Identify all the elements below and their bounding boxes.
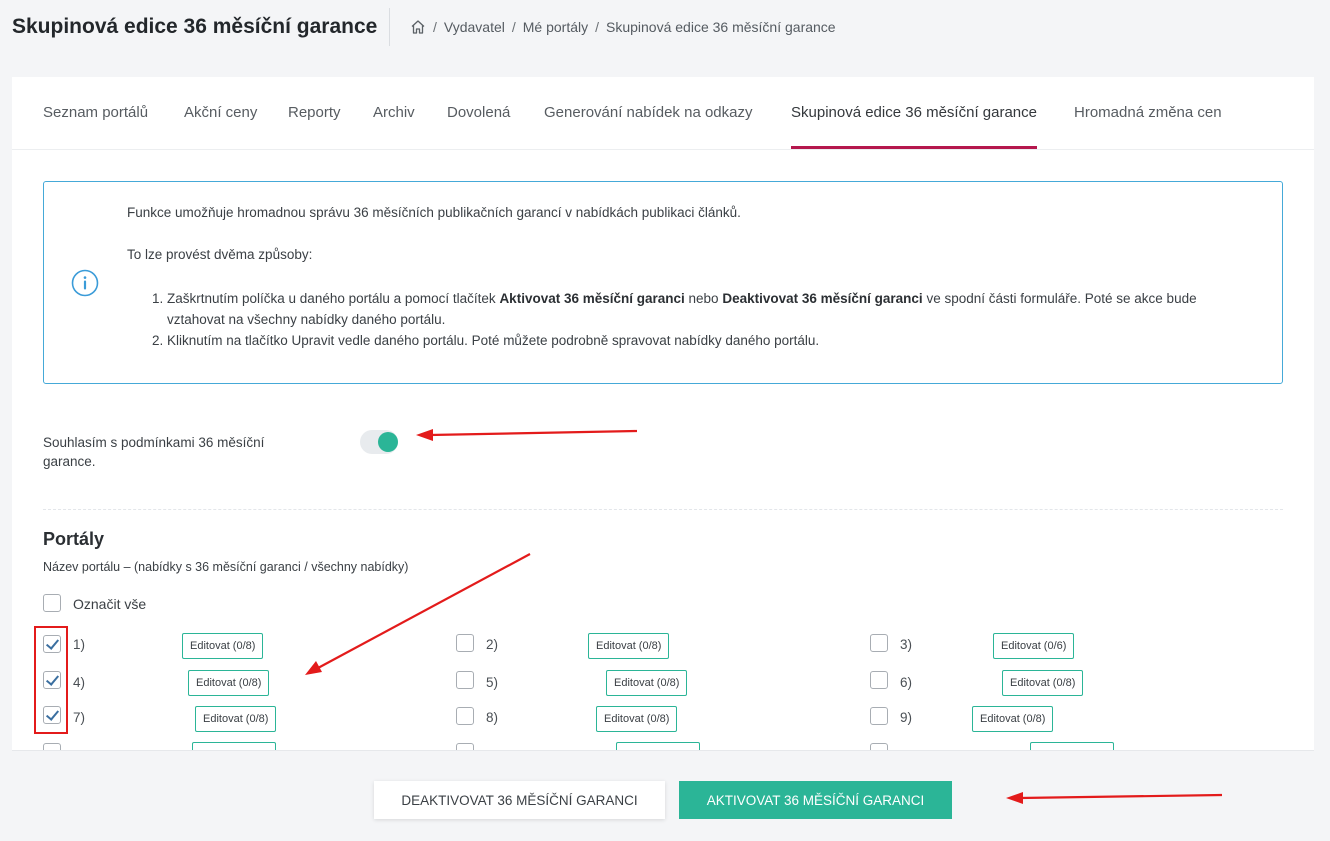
info-icon xyxy=(71,269,99,297)
portal-label: 9) xyxy=(900,710,913,725)
portal-label: 7) xyxy=(73,710,86,725)
portal-label: 8) xyxy=(486,710,499,725)
portal-label: 2) xyxy=(486,637,499,652)
info-intro: Funkce umožňuje hromadnou správu 36 měsí… xyxy=(127,205,741,220)
breadcrumb-item-portals[interactable]: Mé portály xyxy=(523,19,588,35)
top-bar: Skupinová edice 36 měsíční garance / Vyd… xyxy=(0,0,1330,56)
tab-vacation[interactable]: Dovolená xyxy=(447,104,510,121)
annotation-highlight-box xyxy=(34,626,68,734)
portal-label: 4) xyxy=(73,675,86,690)
tab-archive[interactable]: Archiv xyxy=(373,104,415,121)
home-icon[interactable] xyxy=(410,19,426,35)
breadcrumb-separator: / xyxy=(433,19,437,35)
tab-promo-prices[interactable]: Akční ceny xyxy=(184,104,257,121)
info-step-1: Zaškrtnutím políčka u daného portálu a p… xyxy=(167,288,1257,330)
portal-label: 6) xyxy=(900,675,913,690)
info-steps: Zaškrtnutím políčka u daného portálu a p… xyxy=(147,288,1257,351)
title-divider xyxy=(389,8,390,46)
select-all-checkbox[interactable] xyxy=(43,594,61,612)
edit-portal-button[interactable]: Editovat (0/8) xyxy=(188,670,270,696)
breadcrumb-item-current: Skupinová edice 36 měsíční garance xyxy=(606,19,836,35)
portal-label: 5) xyxy=(486,675,499,690)
breadcrumb-separator: / xyxy=(595,19,599,35)
tab-link-offers[interactable]: Generování nabídek na odkazy xyxy=(544,104,752,121)
portal-checkbox[interactable] xyxy=(456,634,474,652)
deactivate-guarantee-button[interactable]: DEAKTIVOVAT 36 MĚSÍČNÍ GARANCI xyxy=(374,781,665,819)
info-box: Funkce umožňuje hromadnou správu 36 měsí… xyxy=(43,181,1283,384)
info-step-2: Kliknutím na tlačítko Upravit vedle dané… xyxy=(167,330,1257,351)
consent-label: Souhlasím s podmínkami 36 měsíční garanc… xyxy=(43,435,265,469)
breadcrumb-separator: / xyxy=(511,19,516,35)
tab-group-guarantee[interactable]: Skupinová edice 36 měsíční garance xyxy=(791,104,1037,149)
toggle-knob xyxy=(378,432,398,452)
portal-label: 1) xyxy=(73,637,86,652)
tab-bulk-price-change[interactable]: Hromadná změna cen xyxy=(1074,104,1222,121)
portal-label: 3) xyxy=(900,637,913,652)
edit-portal-button[interactable]: Editovat (0/8) xyxy=(1002,670,1084,696)
section-divider xyxy=(43,509,1283,510)
breadcrumb-item-vydavatel[interactable]: Vydavatel xyxy=(444,19,505,35)
portal-checkbox[interactable] xyxy=(456,671,474,689)
info-ways: To lze provést dvěma způsoby: xyxy=(127,247,313,262)
portal-checkbox[interactable] xyxy=(870,671,888,689)
activate-guarantee-button[interactable]: AKTIVOVAT 36 MĚSÍČNÍ GARANCI xyxy=(679,781,952,819)
edit-portal-button[interactable]: Editovat (0/8) xyxy=(596,706,678,732)
tab-portal-list[interactable]: Seznam portálů xyxy=(43,104,148,121)
action-footer: DEAKTIVOVAT 36 MĚSÍČNÍ GARANCI AKTIVOVAT… xyxy=(12,750,1314,841)
tab-bar: Seznam portálů Akční ceny Reporty Archiv… xyxy=(12,77,1314,150)
edit-portal-button[interactable]: Editovat (0/8) xyxy=(182,633,264,659)
portal-checkbox[interactable] xyxy=(456,707,474,725)
portal-checkbox[interactable] xyxy=(870,634,888,652)
portals-title: Portály xyxy=(43,529,105,549)
breadcrumb: / Vydavatel / Mé portály / Skupinová edi… xyxy=(410,19,836,35)
edit-portal-button[interactable]: Editovat (0/6) xyxy=(993,633,1075,659)
page-title: Skupinová edice 36 měsíční garance xyxy=(12,15,378,38)
edit-portal-button[interactable]: Editovat (0/8) xyxy=(972,706,1054,732)
portals-subtitle: Název portálu – (nabídky s 36 měsíční ga… xyxy=(43,560,409,574)
edit-portal-button[interactable]: Editovat (0/8) xyxy=(606,670,688,696)
edit-portal-button[interactable]: Editovat (0/8) xyxy=(588,633,670,659)
main-card: Seznam portálů Akční ceny Reporty Archiv… xyxy=(12,77,1314,841)
consent-toggle[interactable] xyxy=(360,430,398,454)
portal-checkbox[interactable] xyxy=(870,707,888,725)
edit-portal-button[interactable]: Editovat (0/8) xyxy=(195,706,277,732)
select-all-label: Označit vše xyxy=(73,596,147,612)
tab-reports[interactable]: Reporty xyxy=(288,104,341,121)
